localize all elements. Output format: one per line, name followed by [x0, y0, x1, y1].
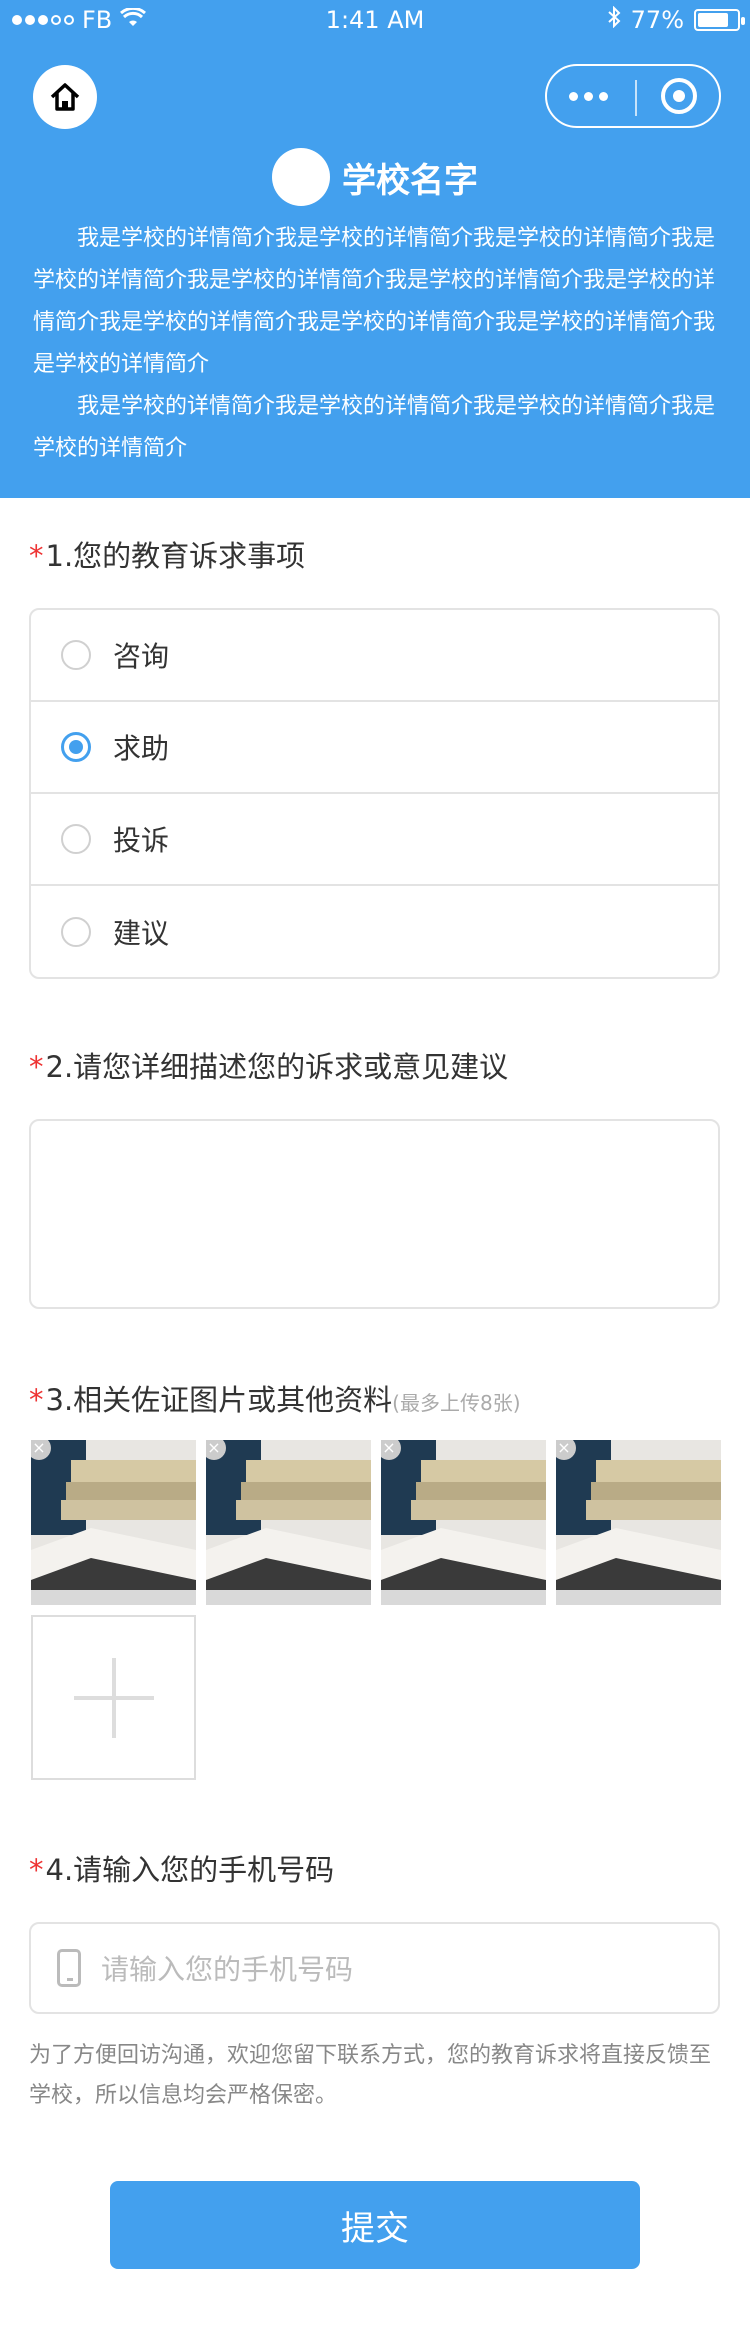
header-banner: FB 1:41 AM 77% 学校名字 我是学校的详情简介我是学校的详情简介我是…	[0, 0, 750, 498]
uploaded-image[interactable]: ×	[381, 1440, 546, 1605]
question-2-label: 2.请您详细描述您的诉求或意见建议	[45, 1050, 509, 1084]
phone-icon	[57, 1949, 81, 1987]
question-1-title: *1.您的教育诉求事项	[29, 533, 305, 575]
question-4-title: *4.请输入您的手机号码	[29, 1847, 334, 1889]
question-3-label: 3.相关佐证图片或其他资料	[45, 1383, 393, 1417]
book-photo	[381, 1440, 546, 1605]
intro-paragraph: 我是学校的详情简介我是学校的详情简介我是学校的详情简介我是学校的详情简介我是学校…	[33, 226, 716, 377]
radio-circle[interactable]	[61, 917, 91, 947]
book-photo	[206, 1440, 371, 1605]
required-mark: *	[29, 1050, 44, 1084]
school-heading: 学校名字	[0, 148, 750, 206]
radio-option-suggestion[interactable]: 建议	[31, 886, 718, 977]
school-logo	[272, 148, 330, 206]
required-mark: *	[29, 1383, 44, 1417]
status-bar: FB 1:41 AM 77%	[0, 0, 750, 40]
required-mark: *	[29, 539, 44, 573]
school-name: 学校名字	[342, 160, 478, 201]
bluetooth-icon	[607, 5, 621, 34]
close-mini-program-icon[interactable]	[661, 78, 697, 114]
description-textarea[interactable]	[29, 1119, 720, 1309]
battery-percent: 77%	[630, 6, 684, 34]
question-3-title: *3.相关佐证图片或其他资料(最多上传8张)	[29, 1377, 521, 1419]
uploaded-image[interactable]: ×	[556, 1440, 721, 1605]
request-type-radio-group: 咨询 求助 投诉 建议	[29, 608, 720, 979]
privacy-note: 为了方便回访沟通，欢迎您留下联系方式，您的教育诉求将直接反馈至学校，所以信息均会…	[29, 2043, 712, 2108]
home-icon	[50, 83, 80, 111]
plus-icon	[73, 1657, 154, 1738]
home-button[interactable]	[33, 65, 97, 129]
battery-icon	[694, 9, 745, 31]
question-2-title: *2.请您详细描述您的诉求或意见建议	[29, 1044, 508, 1086]
question-1-label: 1.您的教育诉求事项	[45, 539, 306, 573]
phone-placeholder: 请输入您的手机号码	[101, 1953, 354, 1986]
book-photo	[556, 1440, 721, 1605]
uploaded-image[interactable]: ×	[31, 1440, 196, 1605]
submit-button[interactable]: 提交	[110, 2181, 640, 2269]
required-mark: *	[29, 1853, 44, 1887]
question-4-label: 4.请输入您的手机号码	[45, 1853, 335, 1887]
radio-label: 建议	[113, 917, 170, 950]
intro-paragraph: 我是学校的详情简介我是学校的详情简介我是学校的详情简介我是学校的详情简介	[33, 394, 716, 461]
radio-label: 咨询	[113, 640, 170, 673]
book-photo	[31, 1440, 196, 1605]
radio-option-complaint[interactable]: 投诉	[31, 794, 718, 886]
radio-circle[interactable]	[61, 640, 91, 670]
more-icon[interactable]	[569, 91, 608, 101]
radio-option-help[interactable]: 求助	[31, 702, 718, 794]
uploaded-image[interactable]: ×	[206, 1440, 371, 1605]
radio-label: 投诉	[113, 824, 170, 857]
radio-circle[interactable]	[61, 824, 91, 854]
school-intro: 我是学校的详情简介我是学校的详情简介我是学校的详情简介我是学校的详情简介我是学校…	[33, 218, 717, 470]
add-image-button[interactable]	[31, 1615, 196, 1780]
mini-program-capsule	[545, 64, 721, 128]
radio-label: 求助	[113, 732, 170, 765]
radio-circle-checked[interactable]	[61, 732, 91, 762]
phone-number-input[interactable]: 请输入您的手机号码	[29, 1922, 720, 2014]
radio-option-consult[interactable]: 咨询	[31, 610, 718, 702]
upload-limit-hint: (最多上传8张)	[392, 1391, 521, 1415]
